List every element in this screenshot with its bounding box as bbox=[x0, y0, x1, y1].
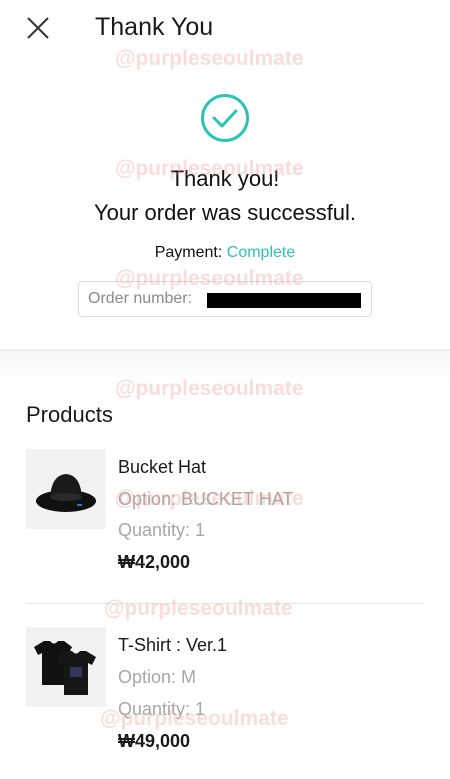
bucket-hat-image[interactable] bbox=[26, 449, 106, 529]
section-shade bbox=[0, 351, 450, 381]
order-success-text: Your order was successful. bbox=[93, 200, 357, 225]
thank-you-text: Thank you! bbox=[170, 166, 280, 191]
order-number-field: Order number: bbox=[78, 281, 372, 317]
close-icon bbox=[27, 17, 49, 39]
page-title: Thank You bbox=[95, 13, 214, 41]
payment-status-value: Complete bbox=[226, 244, 296, 261]
product-option: Option: M bbox=[118, 667, 197, 687]
product-divider bbox=[26, 603, 424, 604]
bucket-hat-icon bbox=[36, 474, 96, 512]
payment-label: Payment: bbox=[154, 244, 227, 261]
t-shirt-icon bbox=[34, 641, 96, 695]
product-option: Option: BUCKET HAT bbox=[118, 489, 294, 509]
close-button[interactable] bbox=[24, 14, 52, 42]
product-quantity: Quantity: 1 bbox=[118, 699, 206, 719]
product-price: ₩42,000 bbox=[118, 552, 191, 572]
product-price: ₩49,000 bbox=[118, 731, 191, 751]
products-heading: Products bbox=[26, 402, 113, 427]
header-bar: Thank You bbox=[0, 0, 450, 56]
order-number-redacted bbox=[207, 293, 361, 308]
product-name: T-Shirt : Ver.1 bbox=[118, 635, 228, 655]
product-name: Bucket Hat bbox=[118, 457, 207, 477]
product-quantity: Quantity: 1 bbox=[118, 520, 206, 540]
order-number-label: Order number: bbox=[88, 290, 193, 307]
check-circle-icon bbox=[201, 94, 249, 142]
watermark-text: @purpleseoulmate bbox=[104, 597, 293, 620]
t-shirt-image[interactable] bbox=[26, 627, 106, 707]
payment-status: Payment: Complete bbox=[0, 244, 450, 262]
